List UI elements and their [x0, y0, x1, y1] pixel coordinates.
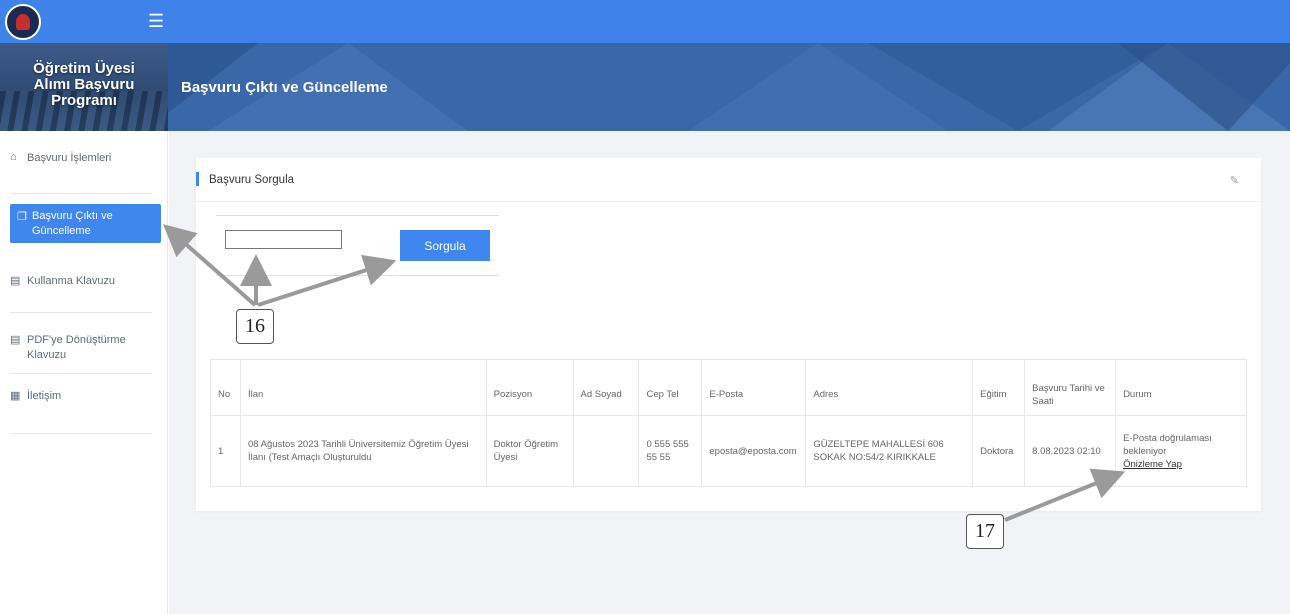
table-row: 1 08 Ağustos 2023 Tarihli Üniversitemiz …: [210, 415, 1247, 487]
callout-17: 17: [966, 514, 1004, 549]
cell-pozisyon: Doktor Öğretim Üyesi: [485, 415, 574, 487]
search-input[interactable]: [225, 230, 342, 249]
university-logo[interactable]: [5, 4, 41, 40]
results-table: No İlan Pozisyon Ad Soyad Cep Tel E-Post…: [210, 359, 1247, 487]
preview-link[interactable]: Önizleme Yap: [1123, 458, 1239, 471]
column-header: Ad Soyad: [572, 359, 640, 416]
sidebar-item-label: İletişim: [27, 390, 62, 402]
column-header: İlan: [239, 359, 487, 416]
sidebar-banner: Öğretim Üyesi Alımı Başvuru Programı: [0, 43, 168, 131]
table-header-row: No İlan Pozisyon Ad Soyad Cep Tel E-Post…: [210, 359, 1247, 416]
cell-ad-soyad: [572, 415, 640, 487]
sidebar-item-pdf-klavuzu[interactable]: ▤ PDF'ye Dönüştürme Klavuzu: [10, 333, 152, 363]
cell-adres: GÜZELTEPE MAHALLESİ 606 SOKAK NO:54/2 KI…: [805, 415, 974, 487]
main-content: Başvuru Sorgula ✎ Sorgula No İlan Pozisy…: [169, 131, 1290, 614]
top-bar: ☰: [0, 0, 1290, 43]
wrench-icon[interactable]: ✎: [1230, 174, 1239, 187]
column-header: Pozisyon: [485, 359, 574, 416]
book-icon: ▤: [10, 334, 21, 346]
search-button[interactable]: Sorgula: [400, 230, 490, 261]
sidebar-item-label: PDF'ye Dönüştürme Klavuzu: [27, 334, 126, 361]
callout-16: 16: [236, 309, 274, 344]
page-header: Başvuru Çıktı ve Güncelleme: [168, 43, 1290, 131]
cell-tarih: 8.08.2023 02:10: [1024, 415, 1117, 487]
menu-toggle-icon[interactable]: ☰: [148, 12, 164, 30]
cell-cep-tel: 0 555 555 55 55: [638, 415, 703, 487]
cell-durum: E-Posta doğrulaması bekleniyor Önizleme …: [1115, 415, 1247, 487]
cell-no: 1: [210, 415, 241, 487]
cell-ilan: 08 Ağustos 2023 Tarihli Üniversitemiz Öğ…: [239, 415, 487, 487]
status-text: E-Posta doğrulaması bekleniyor: [1123, 432, 1212, 457]
card-title: Başvuru Sorgula: [209, 174, 295, 186]
sidebar-item-iletisim[interactable]: ▦ İletişim: [10, 389, 152, 405]
column-header: Adres: [805, 359, 974, 416]
cell-eposta: eposta@eposta.com: [701, 415, 807, 487]
column-header: Durum: [1115, 359, 1247, 416]
sidebar-item-label: Başvuru İşlemleri: [27, 152, 112, 164]
app-title: Öğretim Üyesi Alımı Başvuru Programı: [33, 60, 135, 109]
sidebar-item-label: Kullanma Klavuzu: [27, 275, 116, 287]
copy-icon: ❐: [17, 211, 27, 223]
column-header: E-Posta: [701, 359, 807, 416]
sidebar-item-basvuru-cikti[interactable]: ❐ Başvuru Çıktı ve Güncelleme: [10, 204, 161, 243]
column-header: Eğitim: [972, 359, 1026, 416]
card-header: Başvuru Sorgula ✎: [196, 158, 1261, 202]
contact-card-icon: ▦: [10, 390, 21, 402]
sidebar-item-kullanma-klavuzu[interactable]: ▤ Kullanma Klavuzu: [10, 274, 152, 290]
page-title: Başvuru Çıktı ve Güncelleme: [181, 79, 388, 96]
column-header: Başvuru Tarihi ve Saati: [1024, 359, 1117, 416]
column-header: No: [210, 359, 241, 416]
sidebar-item-basvuru-islemleri[interactable]: ⌂ Başvuru İşlemleri: [10, 151, 152, 167]
sidebar-item-label: Başvuru Çıktı ve Güncelleme: [32, 210, 113, 237]
column-header: Cep Tel: [638, 359, 703, 416]
cell-egitim: Doktora: [972, 415, 1026, 487]
query-card: Başvuru Sorgula ✎ Sorgula No İlan Pozisy…: [196, 158, 1261, 511]
book-icon: ▤: [10, 275, 21, 287]
home-icon: ⌂: [10, 151, 17, 163]
sidebar: ⌂ Başvuru İşlemleri ❐ Başvuru Çıktı ve G…: [0, 131, 168, 614]
